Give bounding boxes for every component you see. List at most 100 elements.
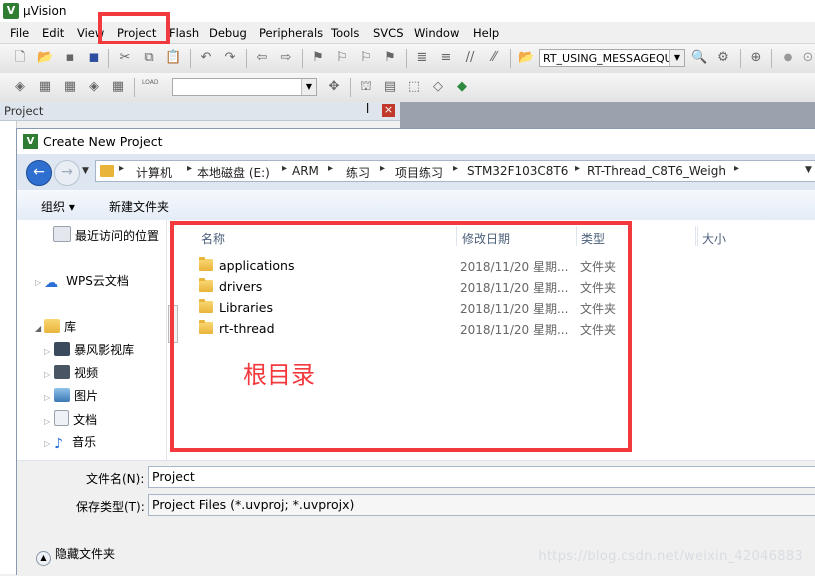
menu-edit[interactable]: Edit [42,26,64,40]
undo-icon[interactable]: ↶ [198,50,214,66]
folder-icon [100,165,114,177]
chevron-down-icon[interactable]: ▼ [301,79,316,95]
select-packs-icon[interactable]: ▤ [382,79,398,95]
batch-build-icon[interactable]: ◈ [86,79,102,95]
breakpoint-icon[interactable]: ⊙ [800,50,815,66]
back-icon[interactable]: ← [26,160,52,186]
nav-videos[interactable]: ▷ 视频 [44,364,98,381]
uncomment-icon[interactable]: ⁄⁄ [486,50,502,66]
pin-icon[interactable]: ꟾ [366,103,369,116]
copy-icon[interactable]: ⧉ [141,50,157,66]
indent-icon[interactable]: ≣ [414,50,430,66]
address-dropdown-icon[interactable]: ▼ [805,165,812,175]
new-file-icon[interactable]: 🗋 [12,50,28,66]
nav-pictures[interactable]: ▷ 图片 [44,387,98,404]
column-size[interactable]: 大小 [702,230,726,247]
save-icon[interactable]: ▪ [62,50,78,66]
filetype-select[interactable]: Project Files (*.uvproj; *.uvprojx) [148,494,815,516]
comment-icon[interactable]: // [462,50,478,66]
expand-icon[interactable]: ▷ [44,347,50,356]
watermark: https://blog.csdn.net/weixin_42046883 [538,549,803,564]
save-all-icon[interactable]: ◼ [86,50,102,66]
new-folder-button[interactable]: 新建文件夹 [109,198,169,215]
nav-recent-places[interactable]: 最近访问的位置 [53,226,159,244]
collapse-icon[interactable]: ◢ [35,324,41,333]
crumb-stm32[interactable]: STM32F103C8T6 [467,164,568,178]
filetype-label: 保存类型(T): [76,500,145,514]
bookmark-next-icon[interactable]: ⚐ [358,50,374,66]
menu-tools[interactable]: Tools [331,26,359,40]
annotation-box-project-menu [98,12,170,45]
debug-session-icon[interactable]: ● [780,50,796,66]
unindent-icon[interactable]: ≡ [438,50,454,66]
load-download-icon[interactable]: LOAD [142,79,158,95]
crumb-rt-thread[interactable]: RT-Thread_C8T6_Weigh [587,164,726,178]
nav-back-icon[interactable]: ⇦ [254,50,270,66]
bookmark-icon[interactable]: ⚑ [310,50,326,66]
document-icon [54,410,70,426]
chevron-down-icon[interactable]: ▼ [669,50,684,66]
window-title: µVision [23,4,67,18]
expand-icon[interactable]: ▷ [35,278,41,287]
stop-build-icon[interactable]: ▦ [110,79,126,95]
nav-documents[interactable]: ▷ 文档 [44,410,97,428]
expand-icon[interactable]: ▷ [44,370,50,379]
find-icon[interactable]: 🔍 [691,50,707,66]
rebuild-icon[interactable]: ▦ [62,79,78,95]
address-bar[interactable]: ▸ 计算机 ▸ 本地磁盘 (E:) ▸ ARM ▸ 练习 ▸ 项目练习 ▸ ST… [95,160,815,182]
bookmark-prev-icon[interactable]: ⚐ [334,50,350,66]
find-in-files-icon[interactable]: 📂 [518,50,534,66]
target-combo[interactable]: RT_USING_MESSAGEQUE ▼ [539,49,685,67]
menu-peripherals[interactable]: Peripherals [259,26,323,40]
recent-pages-chevron-icon[interactable]: ▼ [82,166,89,176]
hide-folders-toggle[interactable]: ▲ 隐藏文件夹 [36,545,115,566]
dialog-title: Create New Project [43,134,163,149]
crumb-arm[interactable]: ARM [292,164,319,178]
nav-baofeng-video[interactable]: ▷ 暴风影视库 [44,341,134,358]
menu-svcs[interactable]: SVCS [373,26,404,40]
video-library-icon [54,342,71,356]
menu-debug[interactable]: Debug [209,26,247,40]
manage-components-icon[interactable]: ⛫ [358,79,374,95]
menu-file[interactable]: File [10,26,29,40]
toolbar-build: ◈ ▦ ▦ ◈ ▦ LOAD ▼ ✥ ⛫ ▤ ⬚ ◇ ◆ [0,73,815,103]
translate-icon[interactable]: ◈ [12,79,28,95]
crumb-project-practice[interactable]: 项目练习 [395,164,443,181]
bookmark-clear-icon[interactable]: ⚑ [382,50,398,66]
crumb-drive-e[interactable]: 本地磁盘 (E:) [197,164,270,181]
menu-flash[interactable]: Flash [169,26,199,40]
open-folder-icon[interactable]: 📂 [37,50,53,66]
target-select-combo[interactable]: ▼ [172,78,317,96]
project-pane-body [0,121,17,574]
nav-wps-cloud[interactable]: ▷ ☁ WPS云文档 [35,272,129,291]
paste-icon[interactable]: 📋 [165,50,181,66]
nav-forward-icon[interactable]: ⇨ [278,50,294,66]
organize-button[interactable]: 组织 ▾ [41,198,75,215]
nav-library[interactable]: ◢ 库 [35,318,76,335]
annotation-label: 根目录 [243,361,315,389]
expand-icon[interactable]: ▷ [44,393,50,402]
crumb-practice[interactable]: 练习 [346,164,370,181]
expand-icon[interactable]: ▷ [44,439,50,448]
crumb-computer[interactable]: 计算机 [136,164,172,181]
navigation-pane: 最近访问的位置 ▷ ☁ WPS云文档 ◢ 库 ▷ 暴风影视库 ▷ 视频 ▷ 图片 ▷ 文档 ▷… [17,220,166,460]
filename-label: 文件名(N): [86,472,145,486]
expand-icon[interactable]: ▷ [44,417,50,426]
cut-icon[interactable]: ✂ [117,50,133,66]
build-icon[interactable]: ▦ [37,79,53,95]
menu-window[interactable]: Window [414,26,459,40]
command-bar: 组织 ▾ 新建文件夹 [17,190,815,221]
run-time-env-icon[interactable]: ⬚ [406,79,422,95]
target-options-icon[interactable]: ✥ [326,79,342,95]
filename-input[interactable]: Project [148,466,815,488]
diamond-icon[interactable]: ◇ [430,79,446,95]
close-icon[interactable]: × [382,104,395,117]
nav-music[interactable]: ▷ ♪ 音乐 [44,433,96,452]
configure-icon[interactable]: ⚙ [715,50,731,66]
uvision-small-icon: V [23,134,38,149]
forward-icon[interactable]: → [54,160,80,186]
zoom-icon[interactable]: ⊕ [748,50,764,66]
menu-help[interactable]: Help [473,26,499,40]
pack-installer-icon[interactable]: ◆ [454,79,470,95]
redo-icon[interactable]: ↷ [222,50,238,66]
